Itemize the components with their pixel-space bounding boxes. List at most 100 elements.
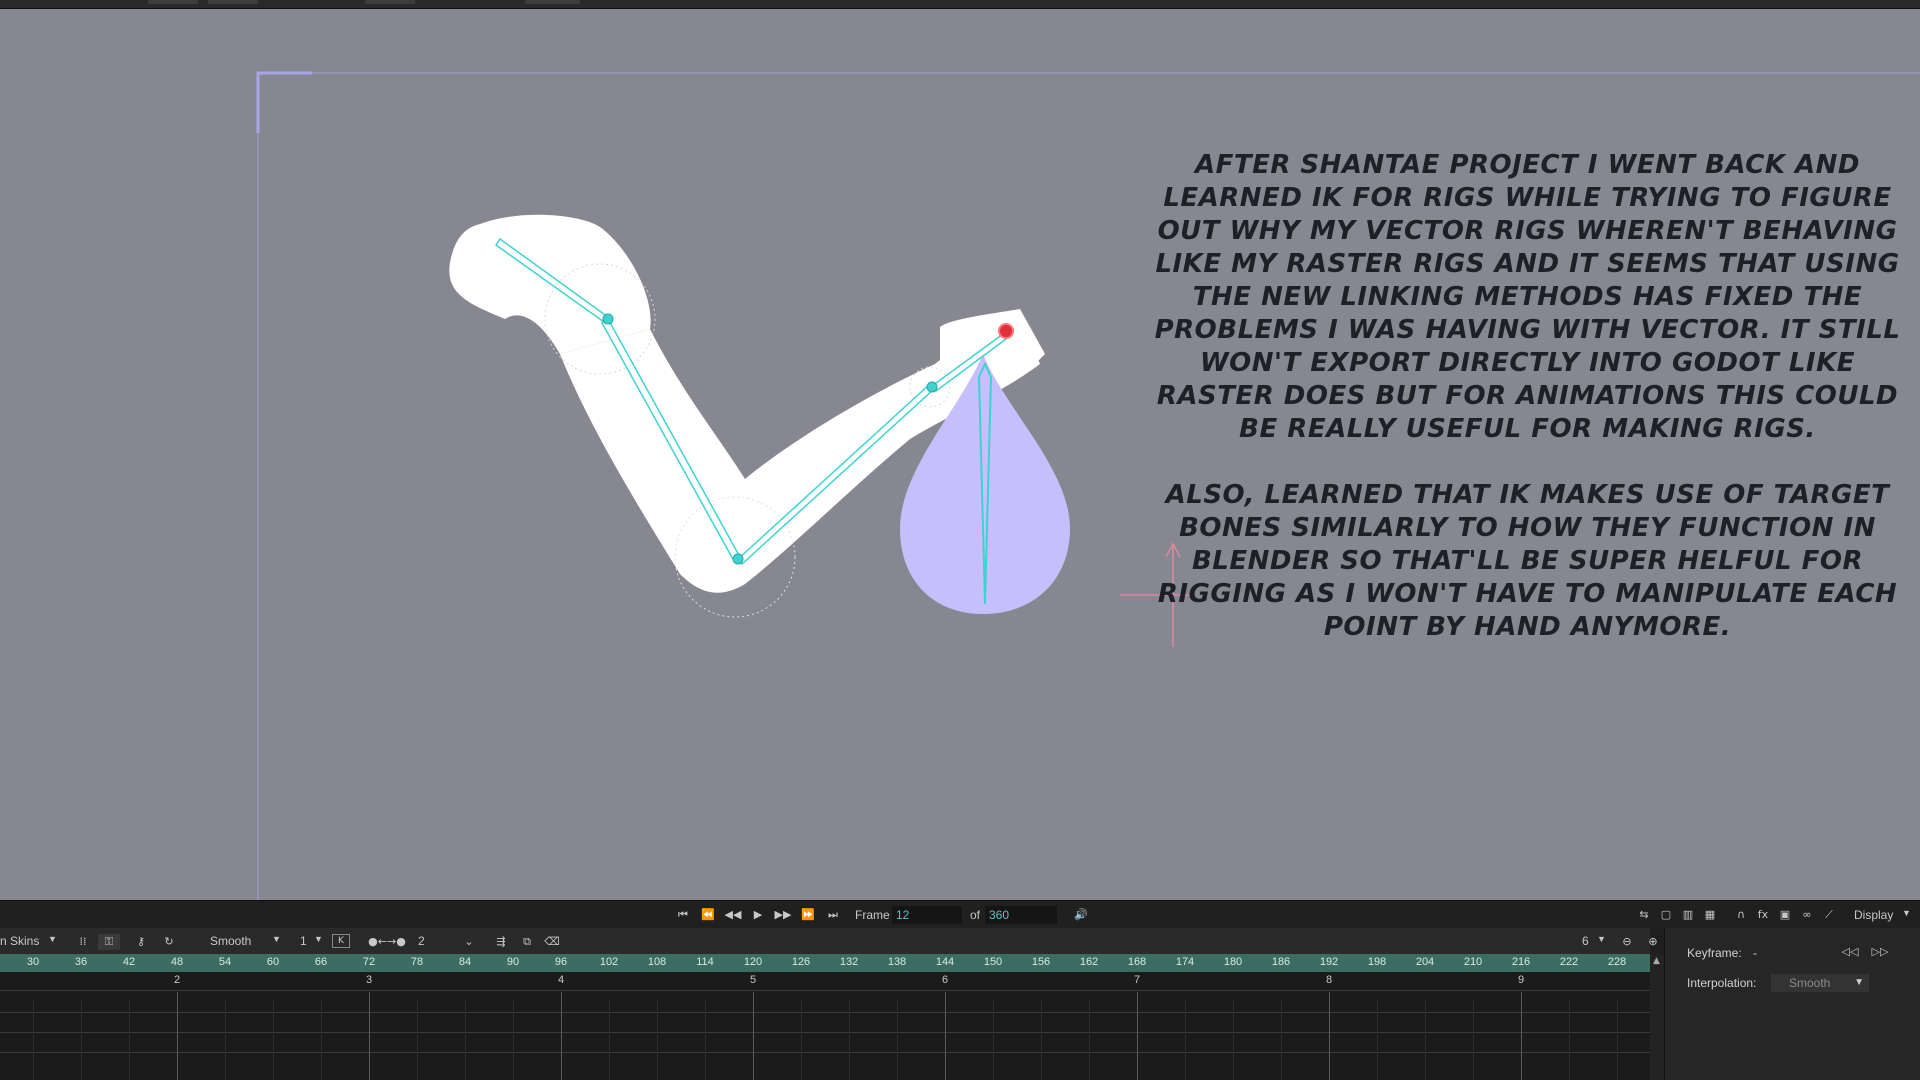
copy-key-icon[interactable]: ⧉ (516, 934, 538, 950)
rewind-start-icon[interactable]: ⏮ (672, 907, 694, 923)
frame-input[interactable]: 12 (892, 906, 962, 924)
second-label: 2 (173, 974, 181, 986)
keyframe-label: Keyframe: (1687, 946, 1742, 960)
frame-ruler[interactable]: 30 36 42 48 54 60 66 72 78 84 90 96 102 … (0, 954, 1650, 972)
chevron-down-icon[interactable]: ▼ (48, 934, 57, 944)
loop-icon[interactable]: ⇆ (1633, 907, 1655, 923)
zoom-value[interactable]: 6 (1582, 934, 1589, 948)
interpolation-select-value: Smooth (1789, 976, 1831, 990)
ruler-tick: 150 (983, 956, 1003, 968)
onion-count[interactable]: 2 (418, 934, 425, 948)
ruler-tick: 132 (839, 956, 859, 968)
ruler-tick: 126 (791, 956, 811, 968)
scroll-up-icon[interactable]: ▲ (1653, 956, 1660, 966)
layout-triple-icon[interactable]: ▦ (1699, 907, 1721, 923)
filter-icon[interactable]: ▣ (1774, 907, 1796, 923)
interpolation-label: Interpolation: (1687, 976, 1757, 990)
menu-tab[interactable] (525, 0, 580, 4)
second-label: 5 (749, 974, 757, 986)
key-icon[interactable]: ⚷ (130, 934, 152, 950)
menu-tab[interactable] (365, 0, 415, 4)
auto-key-icon[interactable]: ⚿ (98, 934, 120, 950)
curve-icon[interactable]: ⟋ (1818, 907, 1840, 923)
ruler-tick: 168 (1127, 956, 1147, 968)
chevron-down-icon[interactable]: ▼ (1902, 908, 1911, 918)
onion-icon[interactable]: ∞ (1796, 907, 1818, 923)
ruler-tick: 216 (1511, 956, 1531, 968)
ruler-tick: 96 (554, 956, 568, 968)
ruler-tick: 72 (362, 956, 376, 968)
prev-keyframe-icon[interactable]: ◁◁ (1839, 944, 1861, 960)
menu-tab[interactable] (148, 0, 198, 4)
play-icon[interactable]: ▶ (747, 907, 769, 923)
layout-single-icon[interactable]: ▢ (1655, 907, 1677, 923)
ruler-tick: 108 (647, 956, 667, 968)
keyframe-panel: Keyframe: - ◁◁ ▷▷ Interpolation: Smooth … (1664, 928, 1920, 1080)
ruler-tick: 204 (1415, 956, 1435, 968)
second-label: 9 (1517, 974, 1525, 986)
of-label: of (970, 908, 981, 922)
volume-icon[interactable]: 🔊 (1070, 907, 1092, 923)
second-marker (945, 992, 946, 1080)
joint-elbow (732, 553, 744, 565)
next-keyframe-icon[interactable]: ▷▷ (1869, 944, 1891, 960)
fx-icon[interactable]: fx (1752, 907, 1774, 923)
step-forward-icon[interactable]: ▶▶ (772, 907, 794, 923)
onion-skin-icon[interactable]: ●←→● (364, 934, 410, 950)
second-label: 8 (1325, 974, 1333, 986)
graph-icon[interactable]: ∩ (1730, 907, 1752, 923)
second-label: 4 (557, 974, 565, 986)
chevron-down-icon[interactable]: ▼ (272, 934, 281, 944)
track-divider (0, 1032, 1650, 1033)
interpolation-dropdown[interactable]: Smooth (210, 934, 251, 948)
reset-icon[interactable]: ↻ (158, 934, 180, 950)
timeline-scrollbar[interactable]: ▲ (1650, 954, 1664, 1080)
split-icon[interactable]: ⇶ (490, 934, 512, 950)
keyframe-k-icon[interactable]: K (332, 934, 350, 948)
canvas-stage[interactable]: After Shantae project I went back and le… (0, 9, 1920, 900)
ruler-tick: 102 (599, 956, 619, 968)
ruler-tick: 156 (1031, 956, 1051, 968)
interpolation-select[interactable]: Smooth ▼ (1771, 974, 1869, 992)
note-paragraph-1: After Shantae project I went back and le… (1154, 150, 1901, 444)
second-marker (1137, 992, 1138, 1080)
ik-target-handle[interactable] (998, 323, 1014, 339)
ruler-tick: 54 (218, 956, 232, 968)
ruler-tick: 120 (743, 956, 763, 968)
ruler-tick: 222 (1559, 956, 1579, 968)
menu-tab[interactable] (208, 0, 258, 4)
insert-key-icon[interactable]: ⌄ (458, 934, 480, 950)
chevron-down-icon[interactable]: ▼ (314, 934, 323, 944)
skins-dropdown[interactable]: n Skins (0, 934, 39, 948)
ruler-tick: 114 (696, 956, 714, 968)
ruler-tick: 60 (266, 956, 280, 968)
forward-end-icon[interactable]: ⏭ (822, 907, 844, 923)
grid-dots-icon[interactable]: ⁞⁞ (72, 934, 94, 950)
ruler-tick: 30 (26, 956, 40, 968)
next-key-icon[interactable]: ⏩ (797, 907, 819, 923)
ruler-tick: 36 (74, 956, 88, 968)
step-back-icon[interactable]: ◀◀ (722, 907, 744, 923)
layout-double-icon[interactable]: ▥ (1677, 907, 1699, 923)
delete-key-icon[interactable]: ⌫ (541, 934, 563, 950)
ruler-tick: 174 (1175, 956, 1195, 968)
display-menu[interactable]: Display (1854, 908, 1893, 922)
ruler-tick: 144 (935, 956, 955, 968)
ruler-tick: 186 (1271, 956, 1291, 968)
total-frames-input[interactable]: 360 (985, 906, 1057, 924)
keyframe-value: - (1753, 946, 1757, 960)
timeline-toolbar: n Skins ▼ ⁞⁞ ⚿ ⚷ ↻ Smooth ▼ 1 ▼ K ●←→● 2… (0, 928, 1658, 954)
second-label: 3 (365, 974, 373, 986)
transport-bar: ⏮ ⏪ ◀◀ ▶ ▶▶ ⏩ ⏭ Frame 12 of 360 🔊 ⇆ ▢ ▥ … (0, 900, 1920, 928)
ruler-tick: 228 (1607, 956, 1627, 968)
ruler-tick: 192 (1319, 956, 1339, 968)
zoom-in-icon[interactable]: ⊕ (1642, 934, 1664, 950)
zoom-out-icon[interactable]: ⊖ (1616, 934, 1638, 950)
prev-key-icon[interactable]: ⏪ (697, 907, 719, 923)
ruler-tick: 78 (410, 956, 424, 968)
second-label: 6 (941, 974, 949, 986)
step-value[interactable]: 1 (300, 934, 307, 948)
timeline-tracks[interactable]: 2 3 4 5 6 7 8 9 (0, 972, 1650, 1080)
chevron-down-icon[interactable]: ▼ (1597, 934, 1606, 944)
ruler-tick: 42 (122, 956, 136, 968)
